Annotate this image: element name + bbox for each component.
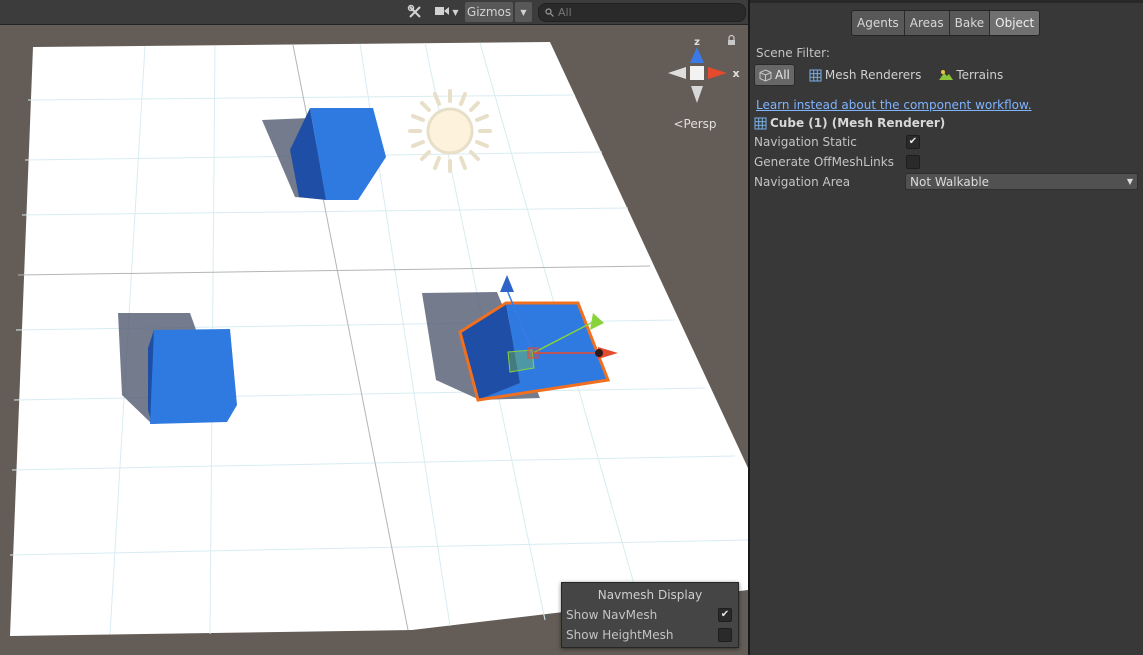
tab-object[interactable]: Object (990, 11, 1040, 35)
generate-offmeshlinks-label: Generate OffMeshLinks (754, 155, 894, 169)
axis-gizmo-neg-x-cone (668, 67, 686, 79)
scene-viewport[interactable]: z x <Persp (0, 0, 748, 655)
filter-terrains-button[interactable]: Terrains (935, 65, 1007, 85)
cube-left-face-light (150, 329, 237, 424)
camera-settings-button[interactable]: ▼ (432, 2, 462, 22)
tab-bake[interactable]: Bake (949, 11, 991, 35)
checkmark-icon: ✔ (720, 609, 730, 620)
scene-toolbar: ▼ Gizmos ▼ (0, 0, 748, 25)
navigation-area-label: Navigation Area (754, 175, 851, 189)
gizmos-dropdown-button[interactable]: ▼ (515, 2, 532, 22)
scene-search-box[interactable] (538, 3, 746, 22)
projection-label[interactable]: <Persp (673, 117, 716, 131)
tab-agents[interactable]: Agents (852, 11, 905, 35)
navigation-area-value: Not Walkable (910, 174, 990, 189)
component-header: Cube (1) (Mesh Renderer) (754, 116, 945, 130)
search-input[interactable] (554, 6, 738, 19)
chevron-down-icon: ▼ (520, 7, 527, 17)
panel-top-border (750, 0, 1143, 3)
axis-gizmo[interactable] (668, 47, 727, 103)
axis-gizmo-x-cone[interactable] (708, 67, 727, 79)
navmesh-display-title: Navmesh Display (597, 588, 703, 602)
mesh-grid-icon (754, 117, 767, 130)
video-camera-icon (435, 5, 450, 19)
sun-light-icon[interactable] (408, 89, 492, 173)
chevron-down-icon: ▼ (1126, 177, 1133, 186)
component-workflow-link[interactable]: Learn instead about the component workfl… (756, 98, 1032, 112)
axis-gizmo-x-label: x (732, 67, 739, 80)
lock-icon[interactable] (728, 34, 735, 46)
gizmos-label: Gizmos (466, 5, 512, 19)
scene-view[interactable]: z x <Persp ▼ Gizmos ▼ All Navmesh Displa… (0, 0, 748, 655)
navigation-tabs: Agents Areas Bake Object (851, 10, 1041, 36)
chevron-down-icon: ▼ (452, 7, 459, 17)
filter-terrains-label: Terrains (956, 68, 1004, 82)
checkmark-icon: ✔ (908, 136, 918, 147)
scene-filter-options: All Mesh Renderers Terrains (754, 64, 1007, 86)
navigation-static-label: Navigation Static (754, 135, 857, 149)
terrain-icon (939, 69, 954, 81)
filter-all-button[interactable]: All (754, 64, 795, 86)
tools-icon[interactable] (404, 2, 426, 22)
cube-left[interactable] (118, 313, 237, 424)
axis-gizmo-z-cone[interactable] (690, 47, 704, 63)
filter-mesh-renderers-label: Mesh Renderers (824, 68, 922, 82)
gizmos-button[interactable]: Gizmos (465, 2, 513, 22)
tab-areas[interactable]: Areas (904, 11, 950, 35)
show-navmesh-label: Show NavMesh (566, 608, 658, 622)
generate-offmeshlinks-checkbox[interactable] (906, 155, 920, 169)
show-heightmesh-label: Show HeightMesh (566, 628, 674, 642)
show-navmesh-checkbox[interactable]: ✔ (718, 608, 732, 622)
scene-filter-label: Scene Filter: (756, 46, 830, 60)
gizmo-center-handle[interactable] (527, 347, 539, 359)
navmesh-display-panel: Navmesh Display Show NavMesh ✔ Show Heig… (561, 582, 739, 648)
filter-mesh-renderers-button[interactable]: Mesh Renderers (805, 65, 925, 85)
cube-outline-icon (759, 68, 772, 82)
filter-all-label: All (775, 68, 790, 82)
navigation-static-checkbox[interactable]: ✔ (906, 135, 920, 149)
component-header-label: Cube (1) (Mesh Renderer) (770, 116, 946, 130)
gizmo-x-handle[interactable] (595, 349, 603, 357)
axis-gizmo-neg-z-cone (691, 86, 703, 103)
search-icon (545, 8, 554, 17)
axis-gizmo-center[interactable] (690, 66, 704, 80)
axis-gizmo-z-label: z (694, 37, 700, 48)
navigation-panel: Agents Areas Bake Object Scene Filter: A… (750, 0, 1143, 655)
mesh-grid-icon (809, 69, 822, 82)
navigation-area-dropdown[interactable]: Not Walkable ▼ (905, 173, 1138, 190)
show-heightmesh-checkbox[interactable] (718, 628, 732, 642)
